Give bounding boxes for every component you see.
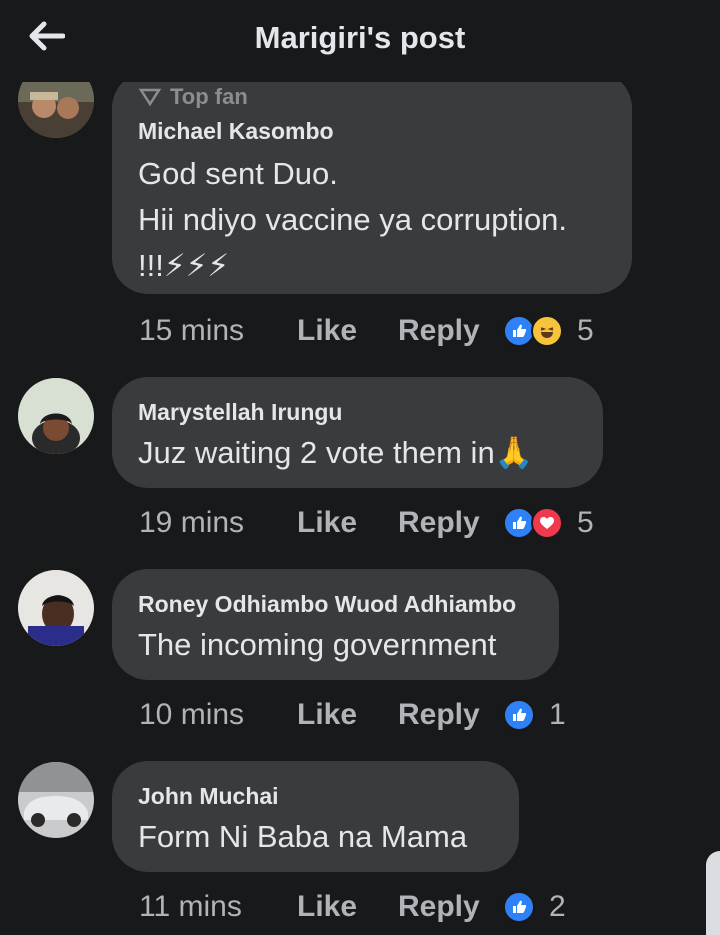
like-button[interactable]: Like [297, 314, 398, 348]
love-reaction-icon [531, 507, 563, 539]
scroll-indicator[interactable] [706, 851, 720, 935]
comment-actions: 11 mins Like Reply 2 [139, 887, 566, 927]
reaction-count[interactable]: 5 [577, 314, 594, 348]
reactions-summary[interactable] [503, 699, 535, 731]
avatar[interactable] [18, 378, 94, 454]
top-fan-label: Top fan [170, 86, 248, 108]
top-fan-badge: Top fan [138, 86, 606, 108]
comment-author[interactable]: Marystellah Irungu [138, 399, 577, 426]
like-reaction-icon [503, 699, 535, 731]
comment-text-line: Juz waiting 2 vote them in🙏 [138, 435, 534, 470]
like-reaction-icon [503, 891, 535, 923]
reactions-summary[interactable] [503, 891, 535, 923]
page-title: Marigiri's post [254, 20, 466, 55]
reply-button[interactable]: Reply [398, 698, 499, 732]
comment-bubble[interactable]: Marystellah Irungu Juz waiting 2 vote th… [112, 377, 603, 488]
comment-bubble[interactable]: Top fan Michael Kasombo God sent Duo. Hi… [112, 72, 632, 294]
like-button[interactable]: Like [297, 506, 398, 540]
diamond-icon [138, 88, 162, 106]
comment-bubble[interactable]: Roney Odhiambo Wuod Adhiambo The incomin… [112, 569, 559, 680]
comment-text-line: !!!⚡⚡⚡ [138, 248, 230, 283]
avatar[interactable] [18, 762, 94, 838]
reaction-count[interactable]: 2 [549, 890, 566, 924]
reply-button[interactable]: Reply [398, 890, 499, 924]
haha-reaction-icon [531, 315, 563, 347]
reaction-count[interactable]: 5 [577, 506, 594, 540]
comment-time[interactable]: 15 mins [139, 314, 297, 348]
comment-author[interactable]: Roney Odhiambo Wuod Adhiambo [138, 591, 533, 618]
reply-button[interactable]: Reply [398, 314, 499, 348]
comment-actions: 10 mins Like Reply 1 [139, 695, 566, 735]
comment-author[interactable]: John Muchai [138, 783, 493, 810]
reply-button[interactable]: Reply [398, 506, 499, 540]
comment-bubble[interactable]: John Muchai Form Ni Baba na Mama [112, 761, 519, 872]
comment-actions: 15 mins Like Reply 5 [139, 311, 594, 351]
reactions-summary[interactable] [503, 315, 563, 347]
reaction-count[interactable]: 1 [549, 698, 566, 732]
comments-feed[interactable]: Top fan Michael Kasombo God sent Duo. Hi… [0, 0, 720, 935]
comment-author[interactable]: Michael Kasombo [138, 118, 606, 145]
comment-time[interactable]: 11 mins [139, 890, 297, 924]
like-button[interactable]: Like [297, 698, 398, 732]
reactions-summary[interactable] [503, 507, 563, 539]
like-button[interactable]: Like [297, 890, 398, 924]
comment-text-line: Hii ndiyo vaccine ya corruption. [138, 202, 568, 237]
header-bar: Marigiri's post [0, 0, 720, 82]
comment-actions: 19 mins Like Reply 5 [139, 503, 594, 543]
comment-text-line: The incoming government [138, 627, 497, 662]
avatar[interactable] [18, 570, 94, 646]
comment-time[interactable]: 19 mins [139, 506, 297, 540]
comment-time[interactable]: 10 mins [139, 698, 297, 732]
comment-text-line: God sent Duo. [138, 156, 338, 191]
comment-text-line: Form Ni Baba na Mama [138, 819, 468, 854]
